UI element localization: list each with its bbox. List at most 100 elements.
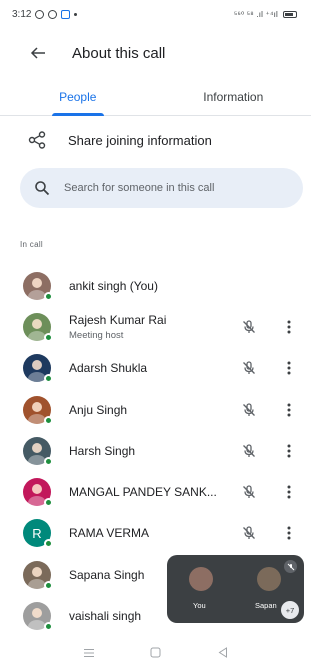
mic-off-icon [243,485,255,499]
status-left: 3:12 [12,8,78,20]
participant-info: Anju Singh [69,403,311,417]
mic-off-icon [243,361,255,375]
more-options-button[interactable] [280,481,298,503]
participant-name: ankit singh (You) [69,278,158,293]
search-icon [35,181,50,196]
mute-participant-button[interactable] [238,316,260,338]
online-status-dot [44,415,53,425]
mic-off-icon [243,402,255,416]
participant-info: Harsh Singh [69,444,311,458]
online-status-dot [44,456,53,466]
app-notification-icon [61,9,71,19]
more-vert-icon [287,403,291,417]
avatar-wrap [23,478,53,508]
more-vert-icon [287,320,291,334]
avatar-wrap [23,560,53,590]
page-title: About this call [72,44,166,62]
system-nav-bar [0,640,311,665]
participant-role: Meeting host [69,329,124,341]
mute-participant-button[interactable] [238,481,260,503]
more-options-button[interactable] [280,357,298,379]
pip-preview[interactable]: You Sapan +7 [167,555,304,623]
avatar-wrap [23,436,53,466]
online-status-dot [44,622,53,632]
participant-name: MANGAL PANDEY SANK... [69,485,217,500]
participant-row[interactable]: ankit singh (You) [0,265,311,306]
avatar-wrap [23,312,53,342]
tab-bar: People Information [0,78,311,116]
nav-back-button[interactable] [216,646,230,660]
status-bar: 3:12 ⁵⁶⁰ ⁵⁸ .ıl ⁺⁴ıl [0,0,311,28]
participant-row[interactable]: Anju Singh [0,389,311,430]
pip-more-count: +7 [281,601,299,619]
more-options-button[interactable] [280,316,298,338]
pip-name-sapana: Sapan [255,601,277,610]
participant-row[interactable]: Adarsh Shukla [0,348,311,389]
search-input[interactable]: Search for someone in this call [20,168,303,208]
home-icon [150,647,161,658]
share-label: Share joining information [68,132,212,148]
avatar-wrap [23,602,53,632]
participant-name: Adarsh Shukla [69,361,148,376]
notification-icon [35,9,45,19]
share-joining-info-button[interactable]: Share joining information [0,122,311,158]
signal-text: ⁵⁶⁰ ⁵⁸ .ıl ⁺⁴ıl [233,9,278,19]
participant-row[interactable]: MANGAL PANDEY SANK... [0,471,311,512]
nav-home-button[interactable] [149,646,163,660]
nav-menu-button[interactable] [82,646,96,660]
search-placeholder: Search for someone in this call [64,182,215,194]
participant-row[interactable]: Rajesh Kumar Rai Meeting host [0,306,311,347]
more-options-button[interactable] [280,522,298,544]
participant-row[interactable]: Harsh Singh [0,430,311,471]
more-notifications-icon [74,12,78,16]
online-status-dot [44,580,53,590]
pip-avatar-sapana [257,567,281,591]
whatsapp-icon [48,9,58,19]
tab-people[interactable]: People [0,78,156,115]
more-vert-icon [287,526,291,540]
mic-off-icon [243,444,255,457]
participant-name: Harsh Singh [69,443,136,458]
participant-name: Anju Singh [69,402,128,417]
participant-row[interactable]: R RAMA VERMA [0,513,311,554]
share-icon [28,131,46,149]
more-options-button[interactable] [280,440,298,462]
avatar-wrap [23,354,53,384]
mute-participant-button[interactable] [238,399,260,421]
pip-name-you: You [193,601,206,610]
participant-name: Rajesh Kumar Rai [69,312,167,327]
mute-participant-button[interactable] [238,357,260,379]
online-status-dot [44,374,53,384]
back-button[interactable] [20,35,56,71]
online-status-dot [44,498,53,508]
mic-off-icon [243,526,255,540]
online-status-dot [44,539,53,549]
more-vert-icon [287,444,291,458]
participant-info: Rajesh Kumar Rai Meeting host [69,313,311,341]
battery-icon [283,10,297,18]
menu-icon [83,648,94,657]
app-bar: About this call [0,33,311,73]
pip-mic-off-icon [284,560,297,573]
mic-off-icon [243,320,255,333]
more-options-button[interactable] [280,399,298,421]
status-time: 3:12 [12,8,32,20]
arrow-back-icon [30,47,45,59]
online-status-dot [44,332,53,342]
more-vert-icon [287,361,291,375]
more-vert-icon [287,485,291,499]
avatar-wrap: R [23,519,53,549]
mute-participant-button[interactable] [238,522,260,544]
participant-info: Adarsh Shukla [69,361,311,375]
participant-info: MANGAL PANDEY SANK... [69,485,311,499]
tab-information[interactable]: Information [156,78,312,115]
participant-name: RAMA VERMA [69,526,150,541]
mute-participant-button[interactable] [238,440,260,462]
participant-info: ankit singh (You) [69,279,311,293]
back-triangle-icon [218,647,227,658]
status-right: ⁵⁶⁰ ⁵⁸ .ıl ⁺⁴ıl [234,10,297,19]
online-status-dot [44,291,53,301]
pip-avatar-you [189,567,213,591]
avatar-wrap [23,395,53,425]
in-call-section-label: In call [20,240,43,249]
